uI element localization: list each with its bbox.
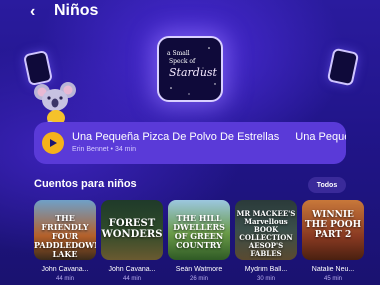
story-duration: 45 min xyxy=(323,276,342,282)
play-button[interactable] xyxy=(42,132,64,154)
story-author: Seán Watmore xyxy=(175,266,223,273)
story-card[interactable]: WINNIE THE POOH PART 2 Natalie Neu... 45… xyxy=(302,200,364,282)
story-card[interactable]: THE HILL DWELLERS OF GREEN COUNTRY Seán … xyxy=(168,200,230,282)
story-cover: THE HILL DWELLERS OF GREEN COUNTRY xyxy=(168,200,230,260)
now-playing-meta: Erin Bennet • 34 min xyxy=(72,146,136,153)
story-cover-title: THE HILL DWELLERS OF GREEN COUNTRY xyxy=(173,213,225,250)
now-playing-duration: 34 min xyxy=(114,146,136,153)
story-card[interactable]: THE FRIENDLY FOUR PADDLEDOWN LAKE John C… xyxy=(34,200,96,282)
story-duration: 26 min xyxy=(189,276,208,282)
story-duration: 30 min xyxy=(256,276,275,282)
page-title: Niños xyxy=(54,2,99,19)
koala-mascot-icon xyxy=(34,82,76,127)
featured-story-cover[interactable]: a Small Speck of Stardust xyxy=(157,36,223,102)
story-cover: THE FRIENDLY FOUR PADDLEDOWN LAKE xyxy=(34,200,96,260)
now-playing-title-text: Una Pequeña Pizca De Polvo De Estrellas xyxy=(72,131,280,143)
story-card[interactable]: FOREST WONDERS John Cavana... 44 min xyxy=(101,200,163,282)
section-title: Cuentos para niños xyxy=(34,178,137,190)
cover-text-line2: Speck of xyxy=(169,58,196,65)
cover-text-line3: Stardust xyxy=(169,66,217,79)
now-playing-title-marquee: Una Pequeñ xyxy=(295,131,346,143)
story-cover-title: MR MACKEE'S Marvellous BOOK COLLECTION A… xyxy=(236,209,296,258)
play-icon xyxy=(50,139,57,147)
meta-separator: • xyxy=(110,146,113,153)
story-cover: MR MACKEE'S Marvellous BOOK COLLECTION A… xyxy=(235,200,297,260)
story-card[interactable]: MR MACKEE'S Marvellous BOOK COLLECTION A… xyxy=(235,200,297,282)
now-playing-title: Una Pequeña Pizca De Polvo De Estrellas U… xyxy=(72,131,346,143)
story-list: THE FRIENDLY FOUR PADDLEDOWN LAKE John C… xyxy=(34,200,380,285)
now-playing-author: Erin Bennet xyxy=(72,146,109,153)
story-author: Natalie Neu... xyxy=(311,266,355,273)
story-cover-title: THE FRIENDLY FOUR PADDLEDOWN LAKE xyxy=(34,213,96,259)
top-bar: ‹ Niños xyxy=(0,0,380,26)
story-cover: WINNIE THE POOH PART 2 xyxy=(302,200,364,260)
story-author: John Cavana... xyxy=(108,266,156,273)
story-duration: 44 min xyxy=(55,276,74,282)
story-author: John Cavana... xyxy=(41,266,89,273)
back-arrow-icon[interactable]: ‹ xyxy=(30,3,44,21)
story-author: Mydrim Ball... xyxy=(244,266,288,273)
cover-text-line1: a Small xyxy=(167,50,190,57)
story-cover: FOREST WONDERS xyxy=(101,200,163,260)
story-cover-title: FOREST WONDERS xyxy=(101,218,163,240)
story-cover-title: WINNIE THE POOH PART 2 xyxy=(304,210,362,240)
story-duration: 44 min xyxy=(122,276,141,282)
see-all-button[interactable]: Todos xyxy=(308,177,346,193)
now-playing-bar[interactable] xyxy=(34,122,346,164)
